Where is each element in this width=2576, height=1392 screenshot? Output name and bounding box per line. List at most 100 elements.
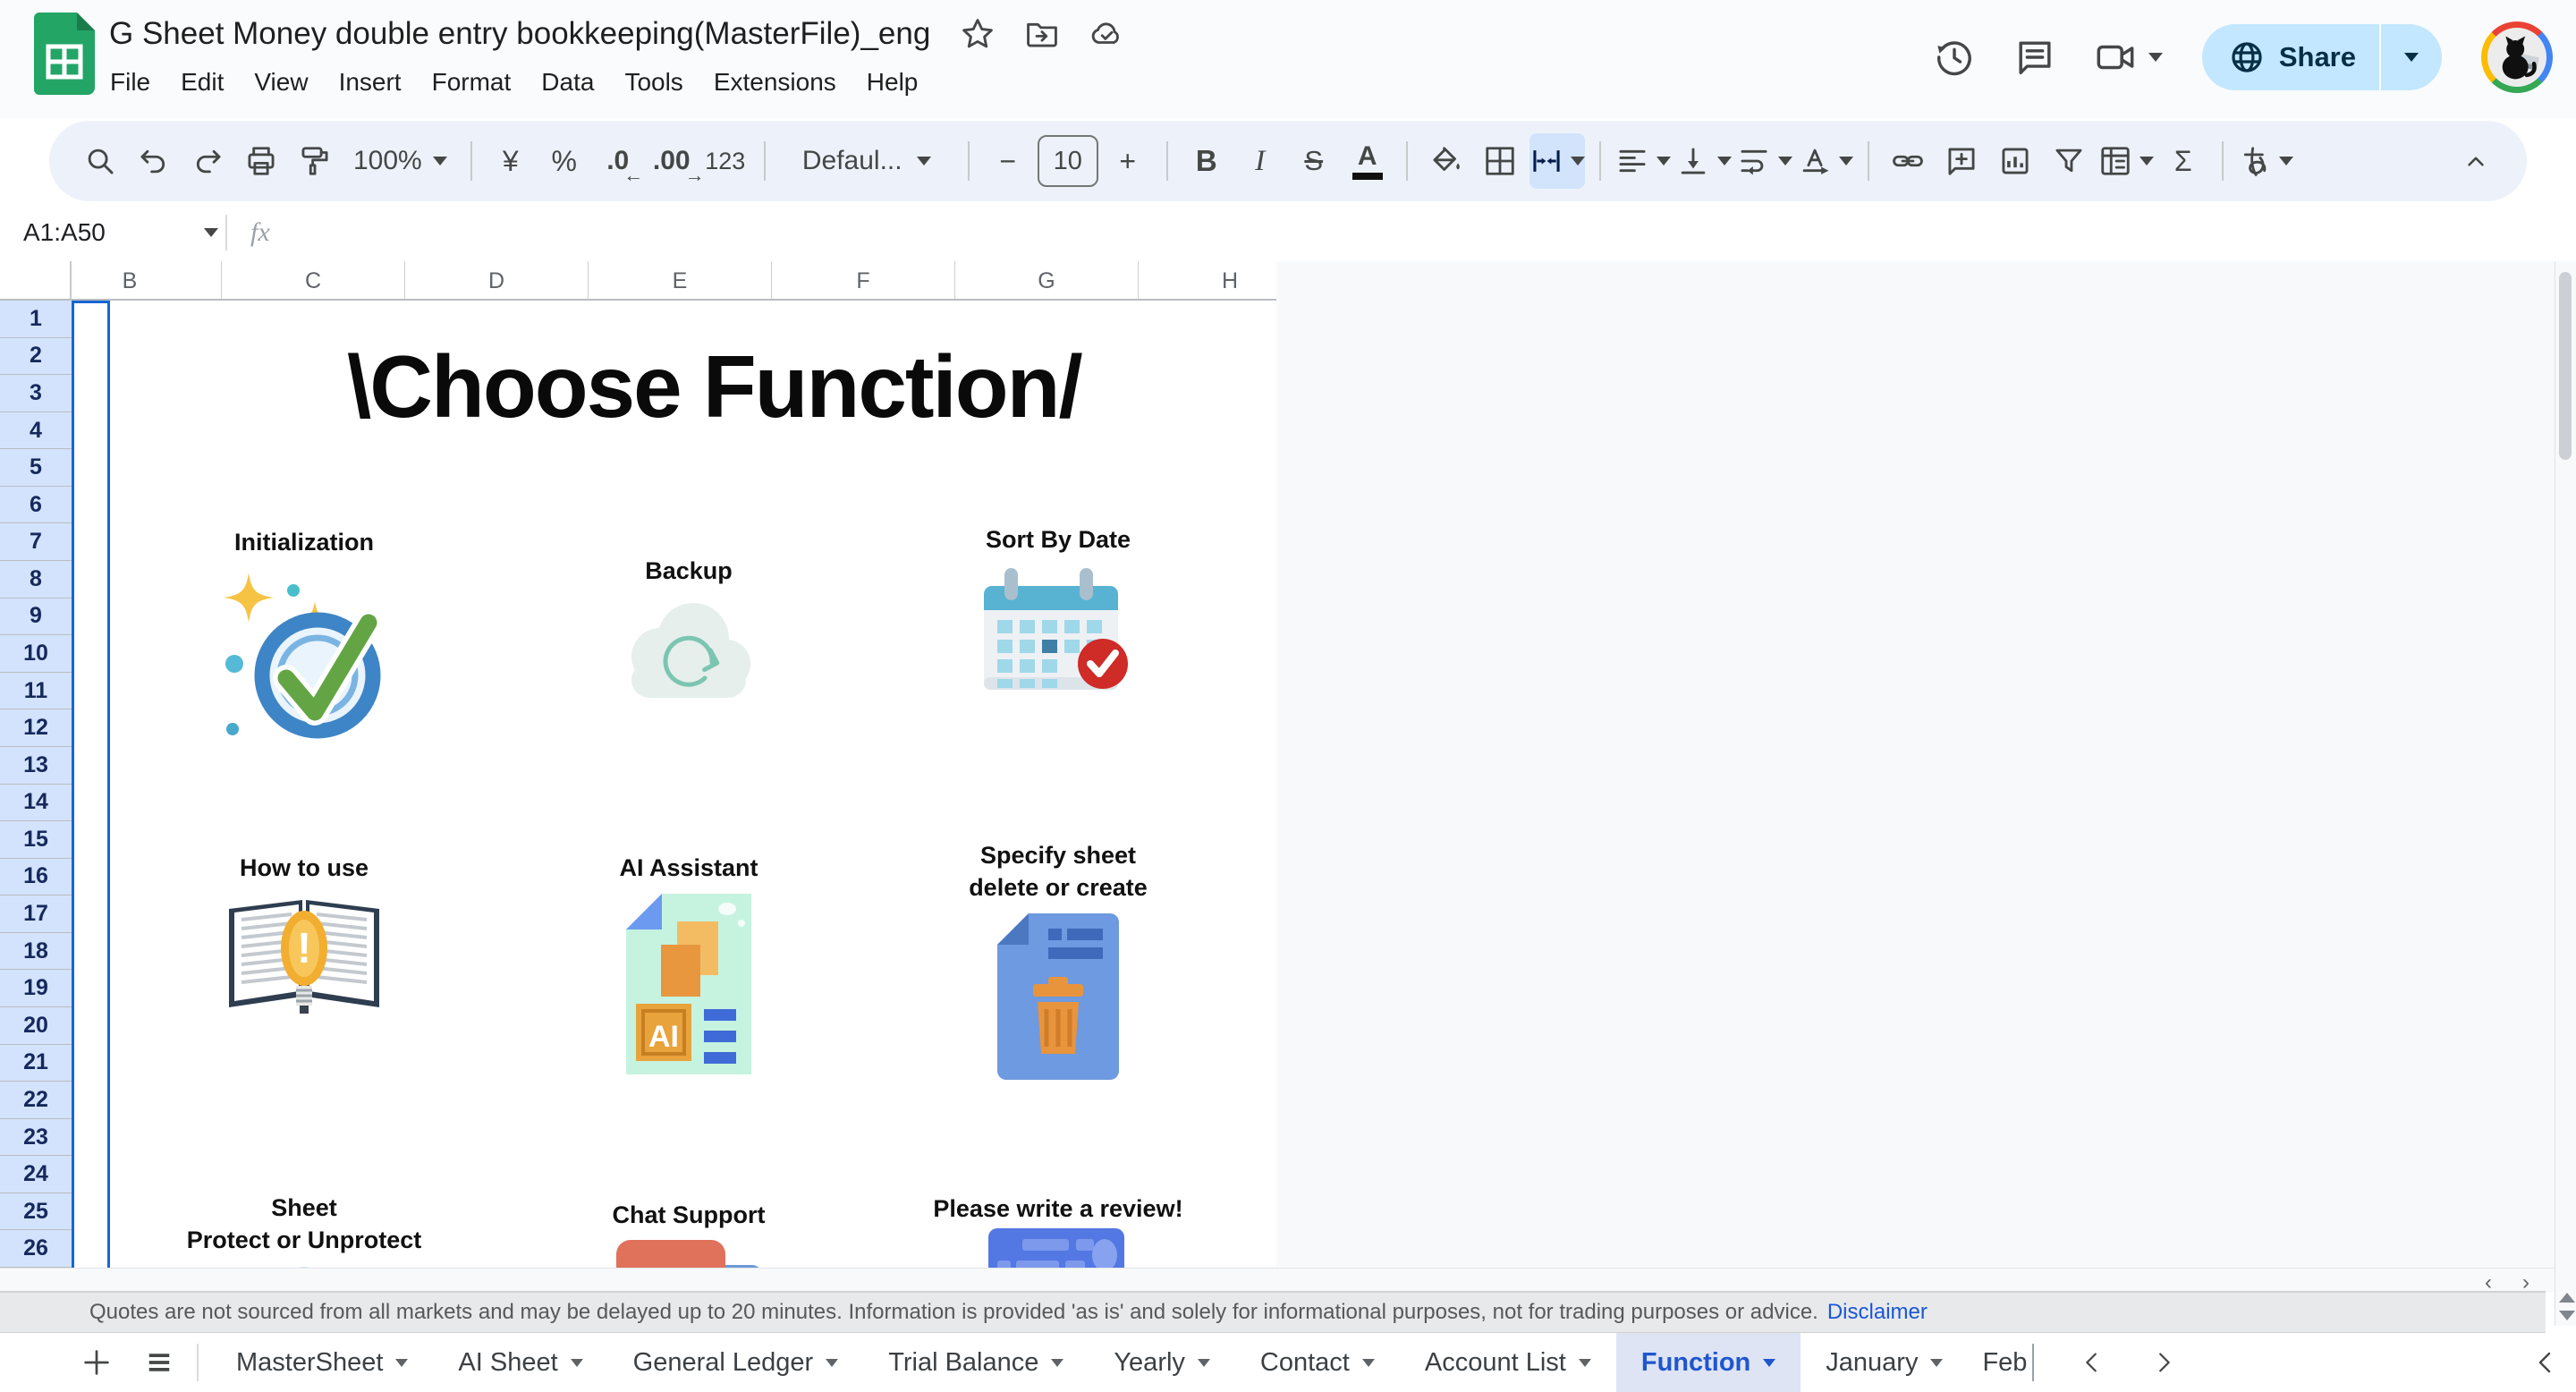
menu-tools[interactable]: Tools <box>609 63 698 102</box>
row-header-2[interactable]: 2 <box>0 338 72 376</box>
text-color-icon[interactable]: A <box>1343 133 1392 189</box>
tab-mastersheet[interactable]: MasterSheet <box>211 1333 433 1392</box>
column-header-E[interactable]: E <box>589 261 772 301</box>
row-header-7[interactable]: 7 <box>0 523 72 561</box>
input-tools-icon[interactable] <box>2238 133 2293 189</box>
function-chat-support[interactable]: Chat Support <box>501 1199 877 1268</box>
tab-february-partial[interactable]: Feb <box>1982 1344 2034 1381</box>
text-wrap-icon[interactable] <box>1737 133 1792 189</box>
function-specify-sheet[interactable]: Specify sheet delete or create <box>870 839 1246 1084</box>
disclaimer-link[interactable]: Disclaimer <box>1827 1300 1928 1325</box>
row-header-25[interactable]: 25 <box>0 1193 72 1231</box>
insert-comment-icon[interactable] <box>1937 133 1986 189</box>
tab-january[interactable]: January <box>1801 1333 1968 1392</box>
all-sheets-menu-icon[interactable] <box>134 1337 184 1388</box>
text-rotation-icon[interactable] <box>1798 133 1853 189</box>
print-icon[interactable] <box>237 133 285 189</box>
column-header-G[interactable]: G <box>955 261 1139 301</box>
function-write-review[interactable]: Please write a review! <box>870 1193 1246 1268</box>
function-how-to-use[interactable]: How to use ! <box>116 852 492 1025</box>
row-header-14[interactable]: 14 <box>0 785 72 822</box>
row-header-10[interactable]: 10 <box>0 635 72 673</box>
functions-icon[interactable]: Σ <box>2159 133 2207 189</box>
font-size-input[interactable]: 10 <box>1038 135 1098 187</box>
tab-ai-sheet[interactable]: AI Sheet <box>433 1333 607 1392</box>
tabs-scroll-right-icon[interactable] <box>2150 1349 2177 1376</box>
row-header-6[interactable]: 6 <box>0 487 72 524</box>
format-percent-icon[interactable]: % <box>540 133 589 189</box>
row-header-19[interactable]: 19 <box>0 970 72 1007</box>
move-folder-icon[interactable] <box>1025 17 1059 51</box>
vscroll-thumb[interactable] <box>2559 272 2572 460</box>
sheets-logo-icon[interactable] <box>34 13 95 95</box>
vertical-scrollbar[interactable] <box>2555 261 2576 1326</box>
column-header-C[interactable]: C <box>222 261 405 301</box>
row-header-1[interactable]: 1 <box>0 301 72 338</box>
comments-icon[interactable] <box>2014 37 2055 78</box>
vscroll-down-icon[interactable] <box>2559 1311 2575 1320</box>
font-select[interactable]: Defaul... <box>780 133 953 189</box>
document-title[interactable]: G Sheet Money double entry bookkeeping(M… <box>109 16 930 52</box>
search-icon[interactable] <box>76 133 124 189</box>
row-header-26[interactable]: 26 <box>0 1230 72 1268</box>
video-call-caret-icon[interactable] <box>2148 53 2163 62</box>
star-icon[interactable] <box>961 17 995 51</box>
zoom-select[interactable]: 100% <box>344 133 456 189</box>
row-header-17[interactable]: 17 <box>0 895 72 933</box>
fill-color-icon[interactable] <box>1422 133 1470 189</box>
row-header-8[interactable]: 8 <box>0 561 72 598</box>
column-header-H[interactable]: H <box>1139 261 1276 301</box>
video-call-icon[interactable] <box>2095 37 2136 78</box>
decrease-decimal-icon[interactable]: .0← <box>594 133 642 189</box>
more-formats-icon[interactable]: 123 <box>701 133 750 189</box>
function-sort-by-date[interactable]: Sort By Date <box>870 523 1246 697</box>
add-sheet-icon[interactable] <box>72 1337 122 1388</box>
undo-icon[interactable] <box>130 133 178 189</box>
share-button[interactable]: Share <box>2202 24 2442 90</box>
account-avatar[interactable] <box>2481 21 2553 93</box>
tab-yearly[interactable]: Yearly <box>1089 1333 1235 1392</box>
cloud-saved-icon[interactable] <box>1089 17 1123 51</box>
decrease-font-size-icon[interactable]: − <box>984 133 1032 189</box>
version-history-icon[interactable] <box>1934 37 1975 78</box>
vertical-align-icon[interactable] <box>1676 133 1732 189</box>
tab-function[interactable]: Function <box>1616 1333 1801 1392</box>
menu-data[interactable]: Data <box>526 63 609 102</box>
insert-link-icon[interactable] <box>1884 133 1932 189</box>
menu-extensions[interactable]: Extensions <box>699 63 852 102</box>
tabs-scroll-left-icon[interactable] <box>2079 1349 2106 1376</box>
paint-format-icon[interactable] <box>291 133 339 189</box>
row-header-12[interactable]: 12 <box>0 709 72 747</box>
menu-help[interactable]: Help <box>852 63 934 102</box>
share-dropdown[interactable] <box>2381 24 2442 90</box>
horizontal-align-icon[interactable] <box>1615 133 1671 189</box>
horizontal-scrollbar[interactable]: ‹ › <box>0 1268 2555 1292</box>
increase-font-size-icon[interactable]: + <box>1104 133 1152 189</box>
menu-view[interactable]: View <box>239 63 323 102</box>
row-header-9[interactable]: 9 <box>0 598 72 636</box>
row-header-3[interactable]: 3 <box>0 375 72 412</box>
select-all-corner[interactable] <box>0 261 72 301</box>
row-header-23[interactable]: 23 <box>0 1119 72 1157</box>
bold-icon[interactable]: B <box>1182 133 1231 189</box>
function-sheet-protect[interactable]: Sheet Protect or Unprotect <box>116 1192 492 1268</box>
function-ai-assistant[interactable]: AI Assistant AI <box>501 852 877 1079</box>
redo-icon[interactable] <box>183 133 232 189</box>
create-filter-icon[interactable] <box>2045 133 2093 189</box>
tab-trial-balance[interactable]: Trial Balance <box>863 1333 1089 1392</box>
row-header-4[interactable]: 4 <box>0 412 72 450</box>
row-header-11[interactable]: 11 <box>0 673 72 710</box>
row-header-20[interactable]: 20 <box>0 1007 72 1045</box>
format-currency-icon[interactable]: ¥ <box>487 133 535 189</box>
strikethrough-icon[interactable]: S <box>1290 133 1338 189</box>
collapse-toolbar-icon[interactable] <box>2452 133 2500 189</box>
tab-contact[interactable]: Contact <box>1235 1333 1400 1392</box>
row-header-24[interactable]: 24 <box>0 1156 72 1193</box>
insert-chart-icon[interactable] <box>1991 133 2039 189</box>
menu-insert[interactable]: Insert <box>324 63 417 102</box>
pivot-table-icon[interactable] <box>2098 133 2154 189</box>
row-header-15[interactable]: 15 <box>0 821 72 859</box>
menu-edit[interactable]: Edit <box>165 63 239 102</box>
tab-account-list[interactable]: Account List <box>1400 1333 1616 1392</box>
borders-icon[interactable] <box>1476 133 1524 189</box>
